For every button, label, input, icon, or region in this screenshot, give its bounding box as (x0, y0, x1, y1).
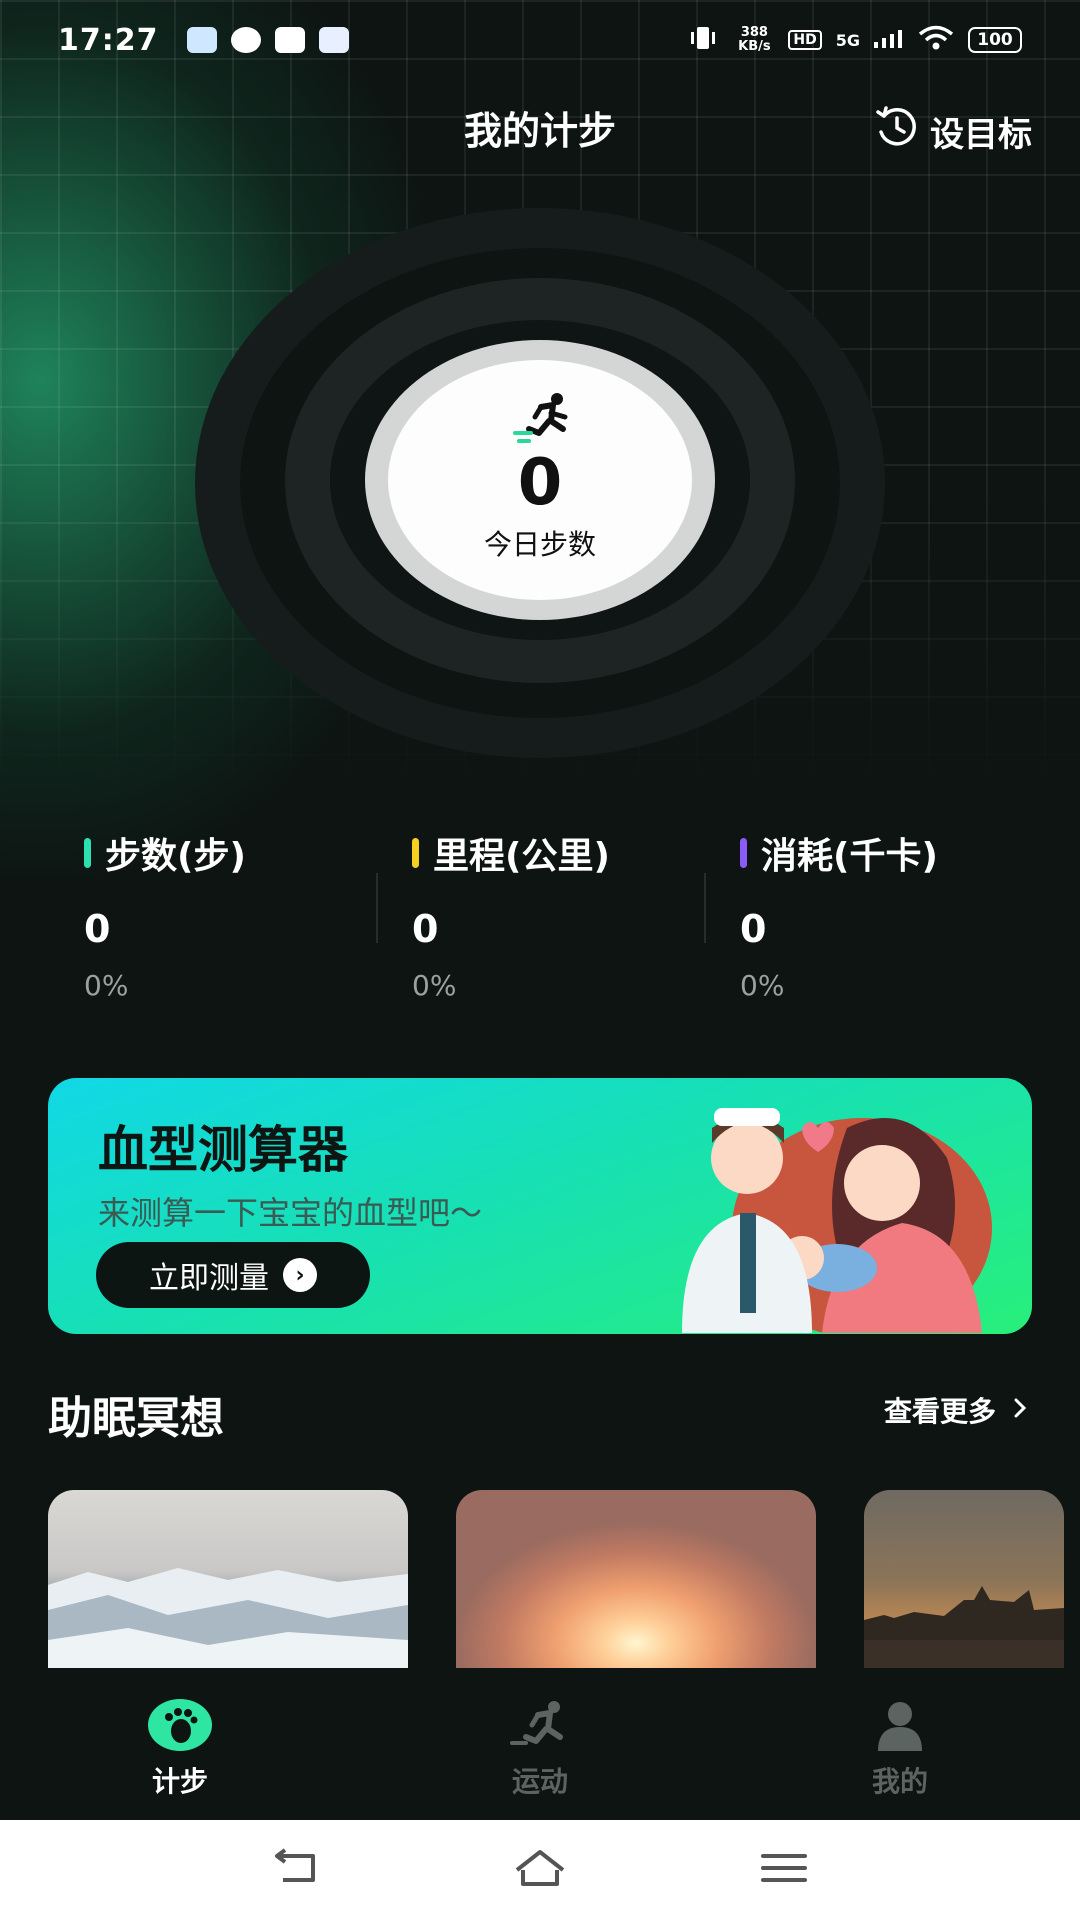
message-icon (274, 27, 305, 53)
measure-now-label: 立即测量 (149, 1261, 269, 1296)
hd-badge: HD (788, 30, 822, 50)
stat-color-dot (84, 838, 91, 868)
stat-color-dot (740, 838, 747, 868)
banner-title: 血型测算器 (98, 1121, 348, 1179)
nav-label: 我的 (871, 1765, 928, 1798)
stat-label: 步数(步) (105, 836, 246, 877)
speedometer-icon (230, 27, 261, 53)
city-skyline-image (864, 1586, 1064, 1670)
stat-calories: 消耗(千卡) 0 0% (704, 803, 1032, 1023)
signal-label: 5G (835, 30, 860, 50)
nav-item-steps[interactable]: 计步 (0, 1668, 360, 1820)
wifi-icon (918, 25, 954, 55)
measure-now-button[interactable]: 立即测量 › (96, 1242, 370, 1308)
set-goal-label: 设目标 (930, 115, 1032, 155)
vibrate-icon (686, 24, 720, 56)
see-more-link[interactable]: 查看更多 (884, 1390, 1028, 1430)
stat-percent: 0% (84, 969, 129, 1002)
stat-color-dot (412, 838, 419, 868)
nav-item-sport[interactable]: 运动 (360, 1668, 720, 1820)
stat-distance: 里程(公里) 0 0% (376, 803, 704, 1023)
status-bar: 17:27 388 KB/s HD 5G 100 (0, 0, 1080, 80)
step-counter: 0 今日步数 (388, 360, 692, 600)
system-nav-bar (0, 1820, 1080, 1920)
today-steps-value: 0 (517, 446, 563, 520)
net-speed: 388 KB/s (738, 25, 771, 54)
snow-mountain-image (48, 1568, 408, 1670)
signal-icon (874, 28, 904, 52)
doctor-mother-baby-illustration (682, 1108, 992, 1333)
meditation-card-sunset[interactable] (456, 1490, 816, 1670)
chevron-right-icon (1012, 1394, 1028, 1427)
stat-percent: 0% (740, 969, 785, 1002)
footprint-icon (148, 1698, 212, 1752)
nav-item-me[interactable]: 我的 (720, 1668, 1080, 1820)
goal-clock-icon (874, 104, 920, 159)
running-icon (513, 393, 568, 443)
set-goal-button[interactable]: 设目标 (874, 104, 1032, 159)
stat-label: 里程(公里) (433, 836, 610, 877)
section-title: 助眠冥想 (48, 1393, 224, 1444)
notification-icons (186, 27, 349, 53)
see-more-label: 查看更多 (883, 1395, 996, 1428)
stat-percent: 0% (412, 969, 457, 1002)
nav-label: 运动 (511, 1765, 568, 1798)
stat-value: 0 (84, 907, 111, 951)
stats-panel: 步数(步) 0 0% 里程(公里) 0 0% 消耗(千卡) 0 0% (48, 803, 1032, 1023)
back-icon[interactable] (269, 1846, 323, 1894)
nav-label: 计步 (151, 1765, 208, 1798)
status-time: 17:27 (58, 22, 159, 58)
meditation-card-mountains[interactable] (48, 1490, 408, 1670)
app-notification-icon (186, 27, 217, 53)
home-icon[interactable] (513, 1846, 567, 1894)
menu-icon[interactable] (757, 1846, 811, 1894)
chevron-right-icon: › (283, 1258, 317, 1292)
stat-value: 0 (412, 907, 439, 951)
stat-steps: 步数(步) 0 0% (48, 803, 376, 1023)
status-right: 388 KB/s HD 5G 100 (686, 24, 1022, 56)
meditation-card-city[interactable] (864, 1490, 1064, 1670)
running-icon (508, 1698, 572, 1752)
banner-subtitle: 来测算一下宝宝的血型吧～ (98, 1194, 483, 1232)
stat-label: 消耗(千卡) (761, 836, 938, 877)
today-steps-label: 今日步数 (483, 528, 596, 561)
blood-type-banner[interactable]: 血型测算器 来测算一下宝宝的血型吧～ 立即测量 › (48, 1078, 1032, 1334)
battery-indicator: 100 (968, 27, 1022, 53)
app-notification-icon (318, 27, 349, 53)
stat-value: 0 (740, 907, 767, 951)
person-icon (868, 1698, 932, 1752)
meditation-cards (0, 1490, 1080, 1670)
bottom-nav: 计步 运动 我的 (0, 1668, 1080, 1820)
